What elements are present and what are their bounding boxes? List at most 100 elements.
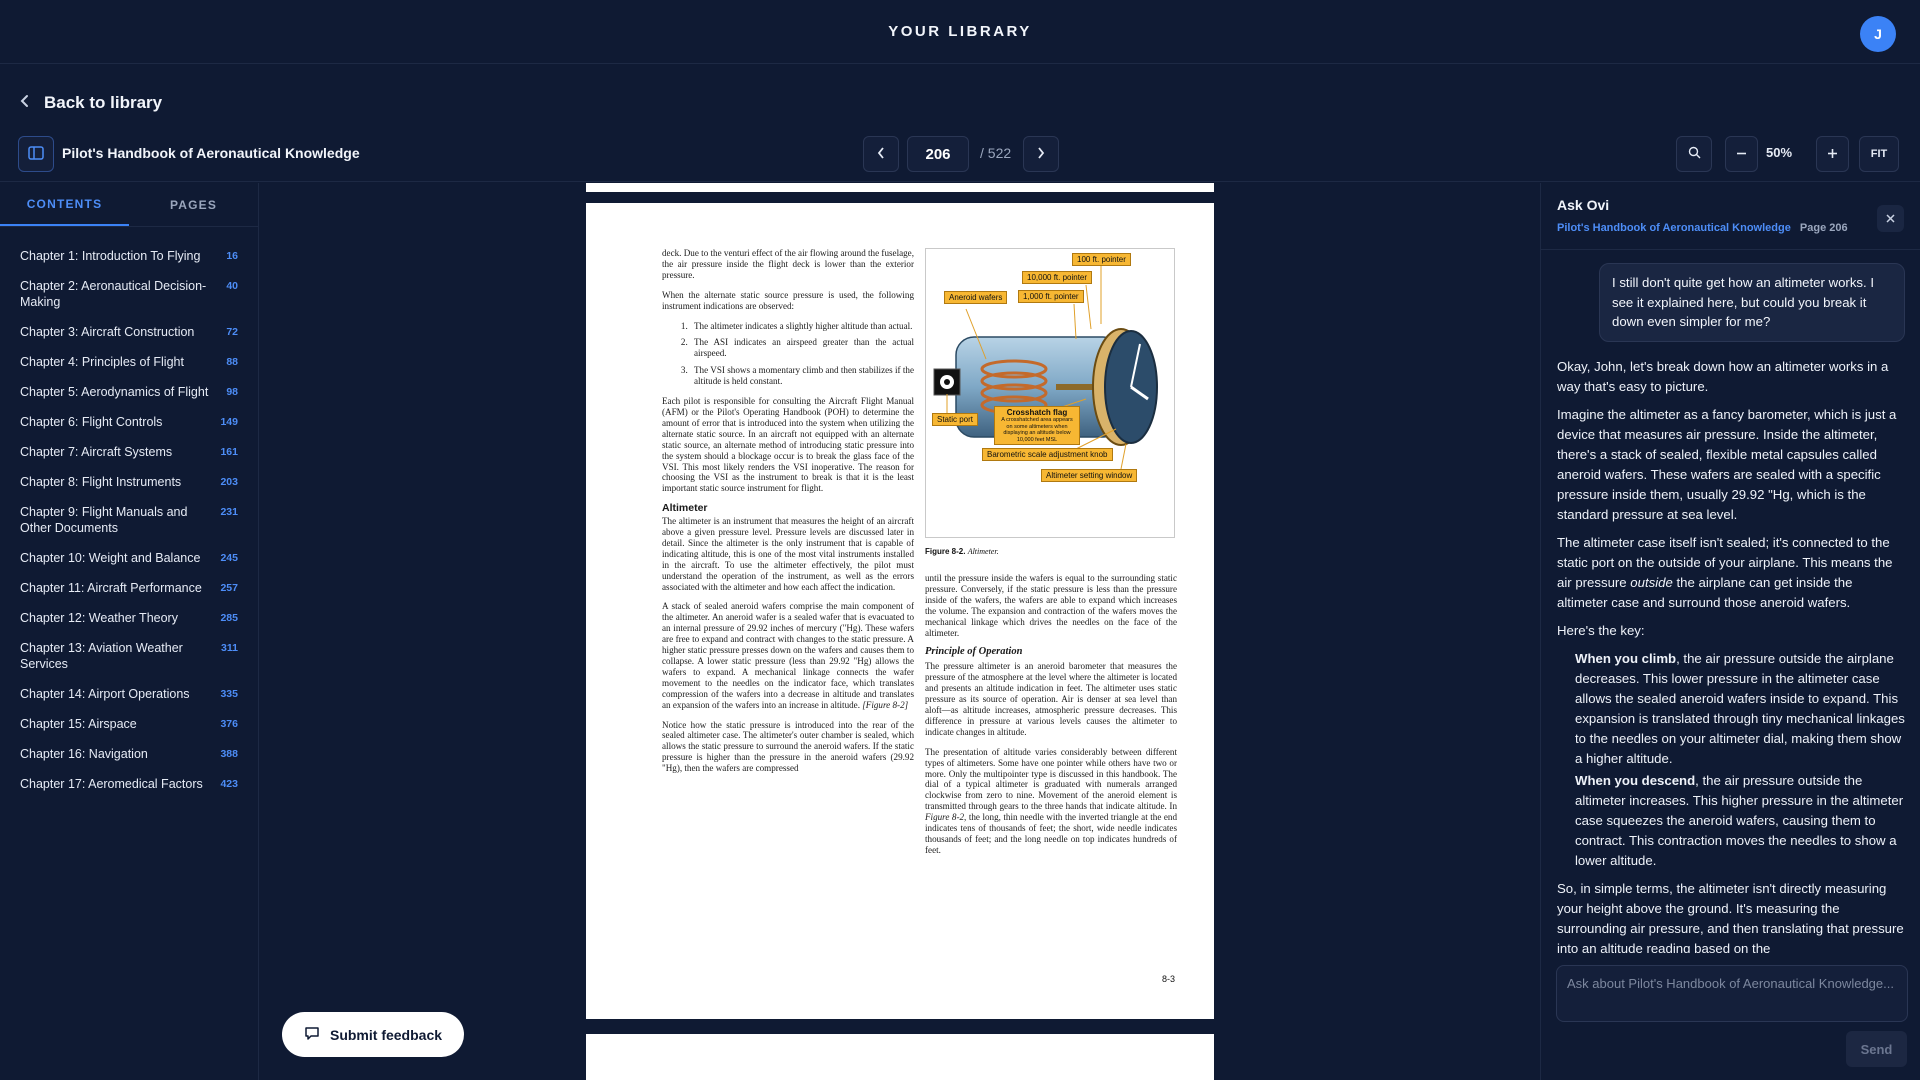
zoom-in-button[interactable] <box>1816 136 1849 172</box>
chat-messages[interactable]: I still don't quite get how an altimeter… <box>1541 251 1920 953</box>
chapter-page: 16 <box>226 250 238 262</box>
prev-page-button[interactable] <box>863 136 899 172</box>
submit-feedback-button[interactable]: Submit feedback <box>282 1012 464 1057</box>
chapter-title: Chapter 17: Aeromedical Factors <box>20 777 203 791</box>
toc-chapter-item[interactable]: Chapter 2: Aeronautical Decision-Making 4… <box>0 271 258 317</box>
toc-chapter-item[interactable]: Chapter 17: Aeromedical Factors 423 <box>0 769 258 799</box>
chat-bubble-icon <box>304 1025 320 1044</box>
toc-chapter-item[interactable]: Chapter 15: Airspace 376 <box>0 709 258 739</box>
toc-chapter-item[interactable]: Chapter 9: Flight Manuals and Other Docu… <box>0 497 258 543</box>
paragraph: The altimeter is an instrument that meas… <box>662 516 914 592</box>
toc-chapter-item[interactable]: Chapter 13: Aviation Weather Services 311 <box>0 633 258 679</box>
figure-reference: [Figure 8-2] <box>862 699 909 710</box>
previous-page-edge <box>586 183 1214 192</box>
left-column: deck. Due to the venturi effect of the a… <box>662 248 914 783</box>
assistant-paragraph: Here's the key: <box>1557 622 1645 638</box>
assistant-bold: When you descend <box>1575 772 1696 788</box>
send-button[interactable]: Send <box>1846 1031 1907 1067</box>
toc-chapter-item[interactable]: Chapter 10: Weight and Balance 245 <box>0 543 258 573</box>
section-heading: Altimeter <box>662 502 708 515</box>
toc-chapter-item[interactable]: Chapter 11: Aircraft Performance 257 <box>0 573 258 603</box>
chapter-title: Chapter 3: Aircraft Construction <box>20 325 195 339</box>
chapter-page: 376 <box>220 718 238 730</box>
toc-chapter-item[interactable]: Chapter 8: Flight Instruments 203 <box>0 467 258 497</box>
tab-contents[interactable]: CONTENTS <box>0 183 129 226</box>
paragraph-text: A stack of sealed aneroid wafers compris… <box>662 601 914 710</box>
chapter-title: Chapter 9: Flight Manuals and Other Docu… <box>20 505 188 535</box>
chapter-page: 257 <box>220 582 238 594</box>
toc-chapter-item[interactable]: Chapter 5: Aerodynamics of Flight 98 <box>0 377 258 407</box>
tab-pages[interactable]: PAGES <box>129 183 258 226</box>
callout-barometric-knob: Barometric scale adjustment knob <box>982 448 1113 461</box>
toc-chapter-item[interactable]: Chapter 16: Navigation 388 <box>0 739 258 769</box>
paragraph-text: The presentation of altitude varies cons… <box>925 746 1177 812</box>
chapter-title: Chapter 2: Aeronautical Decision-Making <box>20 279 207 309</box>
contents-sidebar: CONTENTS PAGES Chapter 1: Introduction T… <box>0 183 259 1080</box>
assistant-paragraph: The altimeter case itself isn't sealed; … <box>1557 533 1905 613</box>
assistant-bold: When you climb <box>1575 650 1677 666</box>
chat-context: Pilot's Handbook of Aeronautical Knowled… <box>1557 222 1904 234</box>
crosshatch-note: A crosshatched area appears on some alti… <box>1001 417 1073 443</box>
toc-chapter-item[interactable]: Chapter 6: Flight Controls 149 <box>0 407 258 437</box>
toc-chapter-item[interactable]: Chapter 14: Airport Operations 335 <box>0 679 258 709</box>
toc-chapter-item[interactable]: Chapter 12: Weather Theory 285 <box>0 603 258 633</box>
callout-aneroid-wafers: Aneroid wafers <box>944 291 1008 304</box>
callout-1000ft-pointer: 1,000 ft. pointer <box>1018 290 1084 303</box>
numbered-list: The altimeter indicates a slightly highe… <box>690 321 914 388</box>
sidebar-panel-icon <box>28 145 44 163</box>
fit-button[interactable]: FIT <box>1859 136 1899 172</box>
chat-book-link[interactable]: Pilot's Handbook of Aeronautical Knowled… <box>1557 222 1791 234</box>
right-column: until the pressure inside the wafers is … <box>925 573 1177 865</box>
chevron-left-icon <box>877 146 885 162</box>
book-title: Pilot's Handbook of Aeronautical Knowled… <box>62 145 360 161</box>
back-to-library-link[interactable]: Back to library <box>20 92 162 113</box>
chat-header: Ask Ovi Pilot's Handbook of Aeronautical… <box>1541 183 1920 250</box>
zoom-out-button[interactable] <box>1725 136 1758 172</box>
paragraph: The presentation of altitude varies cons… <box>925 747 1177 856</box>
crosshatch-title: Crosshatch flag <box>1006 408 1068 417</box>
paragraph: When the alternate static source pressur… <box>662 289 914 311</box>
assistant-bullet: When you climb, the air pressure outside… <box>1575 649 1905 769</box>
minus-icon <box>1736 147 1747 162</box>
next-page-button[interactable] <box>1023 136 1059 172</box>
chat-page-label: Page 206 <box>1799 222 1848 234</box>
close-chat-button[interactable] <box>1877 205 1904 232</box>
user-message: I still don't quite get how an altimeter… <box>1599 263 1905 342</box>
paragraph: A stack of sealed aneroid wafers compris… <box>662 601 914 710</box>
chapter-title: Chapter 4: Principles of Flight <box>20 355 184 369</box>
chapter-title: Chapter 14: Airport Operations <box>20 687 190 701</box>
assistant-emphasis: outside <box>1630 574 1673 590</box>
callout-static-port: Static port <box>932 413 979 426</box>
assistant-text: , the air pressure outside the airplane … <box>1575 650 1905 766</box>
paragraph: until the pressure inside the wafers is … <box>925 573 1177 638</box>
altimeter-figure: 100 ft. pointer 10,000 ft. pointer Anero… <box>925 248 1175 538</box>
top-bar: YOUR LIBRARY J <box>0 0 1920 64</box>
assistant-bullet: When you descend, the air pressure outsi… <box>1575 771 1905 871</box>
toc-chapter-item[interactable]: Chapter 3: Aircraft Construction 72 <box>0 317 258 347</box>
list-item: The VSI shows a momentary climb and then… <box>690 365 914 387</box>
page-number-input[interactable]: 206 <box>907 136 969 172</box>
chevron-left-icon <box>20 92 30 113</box>
document-viewer[interactable]: deck. Due to the venturi effect of the a… <box>260 183 1540 1080</box>
chapter-title: Chapter 6: Flight Controls <box>20 415 163 429</box>
close-icon <box>1886 211 1895 226</box>
zoom-level: 50% <box>1766 145 1793 160</box>
toc-chapter-item[interactable]: Chapter 4: Principles of Flight 88 <box>0 347 258 377</box>
chat-input[interactable]: Ask about Pilot's Handbook of Aeronautic… <box>1556 965 1908 1022</box>
figure-title: Altimeter. <box>967 547 999 556</box>
document-page: deck. Due to the venturi effect of the a… <box>586 203 1214 1019</box>
chat-title: Ask Ovi <box>1557 197 1610 213</box>
chapter-title: Chapter 10: Weight and Balance <box>20 551 201 565</box>
paragraph: deck. Due to the venturi effect of the a… <box>662 248 914 280</box>
reader-toolbar: Pilot's Handbook of Aeronautical Knowled… <box>0 130 1920 182</box>
chapter-title: Chapter 8: Flight Instruments <box>20 475 182 489</box>
avatar[interactable]: J <box>1860 16 1896 52</box>
chapter-page: 245 <box>220 552 238 564</box>
callout-100ft-pointer: 100 ft. pointer <box>1072 253 1131 266</box>
toc-chapter-item[interactable]: Chapter 1: Introduction To Flying 16 <box>0 241 258 271</box>
sidebar-tabs: CONTENTS PAGES <box>0 183 258 227</box>
search-button[interactable] <box>1676 136 1712 172</box>
sidebar-toggle-button[interactable] <box>18 136 54 172</box>
toc-chapter-item[interactable]: Chapter 7: Aircraft Systems 161 <box>0 437 258 467</box>
feedback-label: Submit feedback <box>329 1026 443 1043</box>
